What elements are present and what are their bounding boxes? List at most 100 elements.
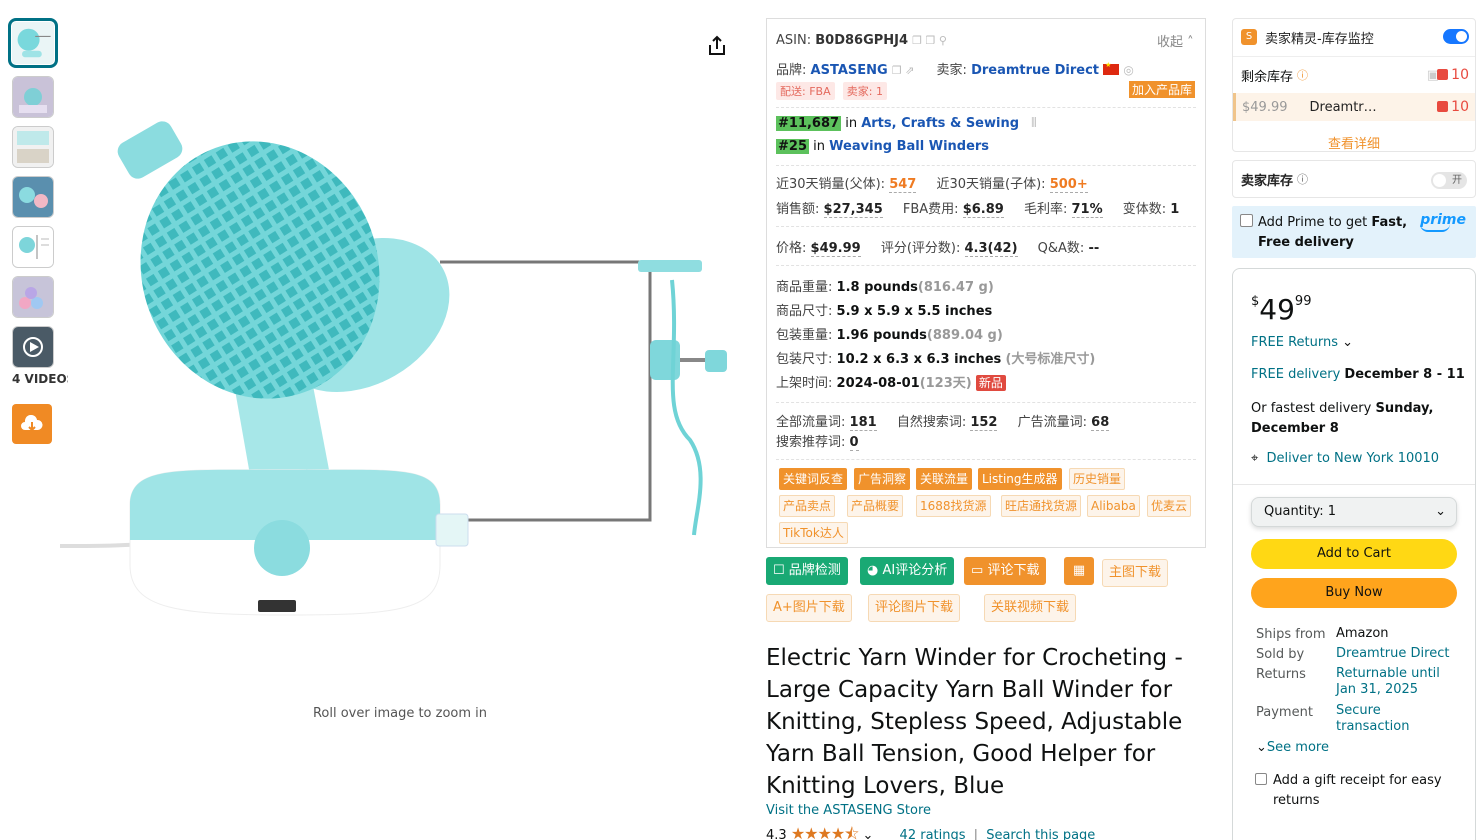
rank-main-in: in — [845, 116, 858, 131]
alibaba-button[interactable]: Alibaba — [1087, 495, 1140, 517]
youmaiyun-button[interactable]: 优麦云 — [1147, 495, 1192, 517]
star-rating-icon[interactable]: ★★★★⯪ — [791, 824, 860, 840]
brand-link[interactable]: ASTASENG — [811, 63, 888, 78]
returns-link[interactable]: Returnable until Jan 31, 2025 — [1336, 666, 1446, 698]
share-icon — [709, 35, 725, 55]
chevron-down-icon: ⌄ — [1435, 504, 1446, 519]
wangdiantong-source-button[interactable]: 旺店通找货源 — [1001, 495, 1082, 517]
ad-insight-button[interactable]: 广告洞察 — [854, 468, 911, 490]
delivery-info: FREE delivery December 8 - 11 — [1251, 367, 1465, 382]
sellers-count-tag: 卖家: 1 — [842, 82, 887, 100]
search-rec-value[interactable]: 0 — [849, 435, 859, 451]
collapse-toggle[interactable]: 收起 ˄ — [1157, 31, 1194, 50]
buybox-price: $4999 — [1251, 293, 1311, 326]
listing-generator-button[interactable]: Listing生成器 — [978, 468, 1062, 490]
size-value: 5.9 x 5.9 x 5.5 inches — [836, 304, 993, 319]
deliver-to-link[interactable]: ⌖ Deliver to New York 10010 — [1251, 451, 1439, 466]
pie-icon: ◕ — [867, 563, 879, 578]
sold-by-link[interactable]: Dreamtrue Direct — [1336, 646, 1449, 662]
external-link-icon[interactable]: ❐ ⇗ — [892, 64, 915, 77]
thumbnail-5[interactable] — [12, 226, 54, 268]
seller-stock-toggle[interactable]: 开 — [1431, 172, 1467, 189]
rank-main: #11,687 — [776, 116, 842, 131]
rank-sub-category[interactable]: Weaving Ball Winders — [829, 139, 989, 154]
seller-sprite-panel: ASIN: B0D86GPHJ4 ❐ ❐ ⚲ 收起 ˄ 品牌: ASTASENG… — [766, 18, 1206, 548]
free-delivery-link[interactable]: FREE delivery — [1251, 367, 1340, 382]
asin-value[interactable]: B0D86GPHJ4 — [815, 33, 908, 48]
remaining-stock-label: 剩余库存 — [1241, 69, 1294, 85]
thumbnail-1[interactable] — [8, 18, 58, 68]
traffic-organic-value[interactable]: 152 — [970, 415, 998, 431]
chevron-down-icon[interactable]: ⌄ — [863, 828, 874, 840]
product-summary-button[interactable]: 产品概要 — [847, 495, 904, 517]
cloud-download-icon — [21, 415, 43, 432]
traffic-all-value[interactable]: 181 — [849, 415, 877, 431]
thumbnail-2[interactable] — [12, 76, 54, 118]
location-icon: ◎ — [1123, 63, 1134, 77]
related-traffic-button[interactable]: 关联流量 — [916, 468, 973, 490]
rank-main-category[interactable]: Arts, Crafts & Sewing — [861, 116, 1019, 131]
see-more-toggle[interactable]: ⌄See more — [1256, 740, 1329, 755]
buy-now-button[interactable]: Buy Now — [1251, 578, 1457, 608]
seller-label: 卖家: — [936, 63, 967, 78]
chevron-up-icon: ˄ — [1183, 35, 1194, 50]
ai-review-button[interactable]: ◕ AI评论分析 — [860, 557, 955, 585]
main-product-image[interactable] — [60, 110, 760, 630]
rating-label: 评分(评分数): — [880, 241, 961, 256]
seller-link[interactable]: Dreamtrue Direct — [971, 63, 1099, 78]
zoom-hint: Roll over image to zoom in — [312, 706, 488, 721]
traffic-ads-label: 广告流量词: — [1017, 415, 1088, 430]
gift-receipt-checkbox[interactable] — [1255, 773, 1267, 785]
margin-label: 毛利率: — [1023, 202, 1068, 217]
review-image-download-button[interactable]: 评论图片下载 — [868, 594, 961, 622]
prime-checkbox[interactable] — [1240, 214, 1253, 227]
thumbnail-3[interactable] — [12, 126, 54, 168]
help-icon[interactable]: ⓘ — [1297, 171, 1308, 187]
fba-fee-value: $6.89 — [962, 202, 1004, 218]
view-details-link[interactable]: 查看详细 — [1233, 133, 1475, 152]
traffic-ads-value[interactable]: 68 — [1091, 415, 1110, 431]
revenue-value: $27,345 — [823, 202, 883, 218]
download-images-button[interactable] — [12, 404, 52, 444]
related-video-download-button[interactable]: 关联视频下载 — [984, 594, 1077, 622]
sales30-child-value: 500+ — [1049, 177, 1088, 193]
offer-seller[interactable]: Dreamtr… — [1310, 100, 1377, 115]
tiktok-influencer-button[interactable]: TikTok达人 — [779, 522, 848, 544]
video-thumbnail[interactable] — [12, 326, 54, 368]
add-to-library-button[interactable]: 加入产品库 — [1129, 81, 1196, 98]
copy-icon[interactable]: ❐ ❐ ⚲ — [912, 34, 947, 47]
review-download-button[interactable]: ▭ 评论下载 — [964, 557, 1047, 585]
add-to-cart-button[interactable]: Add to Cart — [1251, 539, 1457, 569]
weight-grams: (816.47 g) — [917, 280, 994, 295]
payment-link[interactable]: Secure transaction — [1336, 703, 1436, 735]
prime-text: Add Prime to get — [1258, 215, 1372, 230]
selling-points-button[interactable]: 产品卖点 — [779, 495, 836, 517]
1688-source-button[interactable]: 1688找货源 — [916, 495, 991, 517]
history-sales-button[interactable]: 历史销量 — [1069, 468, 1126, 490]
product-title: Electric Yarn Winder for Crocheting - La… — [766, 645, 1183, 799]
sales30-parent-label: 近30天销量(父体): — [776, 177, 886, 192]
ratings-count-link[interactable]: 42 ratings — [900, 828, 966, 840]
monitor-toggle[interactable] — [1443, 29, 1469, 44]
gift-receipt-label: Add a gift receipt for easy returns — [1273, 773, 1442, 808]
main-image-download-button[interactable]: 主图下载 — [1102, 559, 1169, 587]
listed-days: (123天) — [919, 376, 972, 391]
thumbnail-4[interactable] — [12, 176, 54, 218]
share-button[interactable] — [705, 34, 729, 58]
qa-value: -- — [1088, 241, 1100, 256]
rank-sub: #25 — [776, 139, 809, 154]
free-returns-link[interactable]: FREE Returns ⌄ — [1251, 335, 1353, 350]
traffic-all-label: 全部流量词: — [776, 415, 846, 430]
store-link[interactable]: Visit the ASTASENG Store — [766, 803, 931, 818]
bar-chart-icon[interactable]: ⫴ — [1031, 116, 1036, 131]
calculator-button[interactable]: ▦ — [1064, 557, 1094, 585]
quantity-select[interactable]: Quantity: 1 ⌄ — [1251, 497, 1457, 527]
help-icon[interactable]: ⓘ — [1297, 67, 1308, 83]
thumbnail-6[interactable] — [12, 276, 54, 318]
brand-check-button[interactable]: ☐ 品牌检测 — [766, 557, 848, 585]
price-fraction: 99 — [1294, 294, 1312, 309]
delivery-dates: December 8 - 11 — [1344, 367, 1465, 382]
search-page-link[interactable]: Search this page — [986, 828, 1095, 840]
aplus-image-download-button[interactable]: A+图片下载 — [766, 594, 852, 622]
keyword-reverse-button[interactable]: 关键词反查 — [779, 468, 848, 490]
